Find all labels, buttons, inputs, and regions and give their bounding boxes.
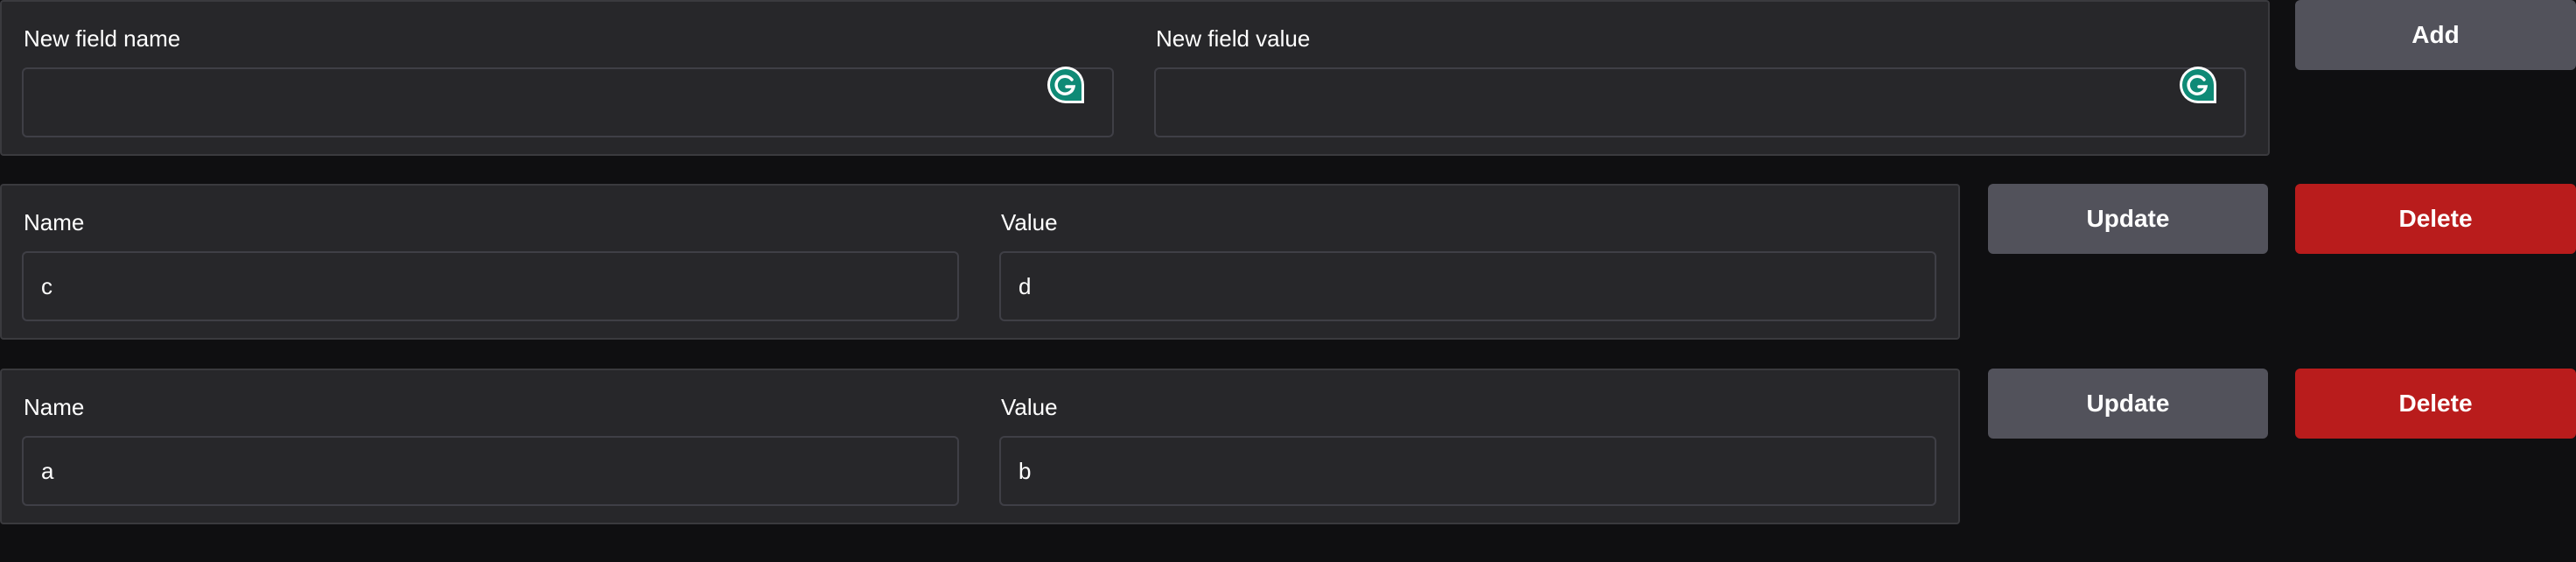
delete-button[interactable]: Delete [2295,184,2576,254]
new-field-name-input[interactable] [22,67,1114,137]
update-button[interactable]: Update [1988,184,2268,254]
name-label: Name [24,209,85,235]
grammarly-icon[interactable] [1045,64,1087,106]
name-input[interactable] [22,436,959,506]
value-input[interactable] [999,251,1936,321]
value-input[interactable] [999,436,1936,506]
value-label: Value [1001,394,1058,420]
new-field-value-input[interactable] [1154,67,2246,137]
new-field-name-label: New field name [24,25,181,52]
add-button[interactable]: Add [2295,0,2576,70]
update-button[interactable]: Update [1988,369,2268,439]
value-label: Value [1001,209,1058,235]
name-label: Name [24,394,85,420]
name-input[interactable] [22,251,959,321]
delete-button[interactable]: Delete [2295,369,2576,439]
new-field-value-label: New field value [1156,25,1311,52]
grammarly-icon[interactable] [2177,64,2219,106]
